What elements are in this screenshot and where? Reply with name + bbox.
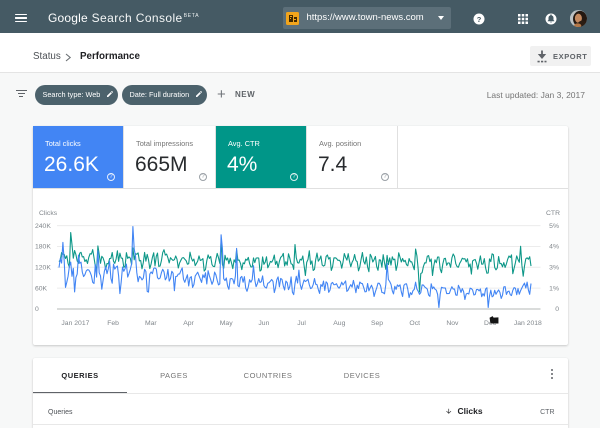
svg-text:4%: 4% [549,244,559,251]
svg-text:3%: 3% [549,265,559,272]
svg-text:Sep: Sep [371,320,383,327]
svg-text:Apr: Apr [183,320,194,327]
svg-text:Jan 2018: Jan 2018 [514,320,542,327]
svg-text:240K: 240K [35,223,51,230]
svg-text:Jun: Jun [258,320,269,327]
svg-text:?: ? [477,15,482,24]
svg-text:May: May [220,320,233,327]
svg-text:0: 0 [555,306,559,313]
svg-text:0: 0 [35,306,39,313]
svg-text:Clicks: Clicks [39,210,58,217]
svg-text:CTR: CTR [546,210,560,217]
svg-text:Mar: Mar [145,320,157,327]
svg-text:Jan 2017: Jan 2017 [61,320,89,327]
svg-text:1%: 1% [549,285,559,292]
svg-text:5%: 5% [549,223,559,230]
svg-text:60K: 60K [35,285,48,292]
svg-text:120K: 120K [35,265,51,272]
svg-text:Oct: Oct [409,320,420,327]
svg-text:180K: 180K [35,244,51,251]
svg-text:Nov: Nov [446,320,459,327]
svg-text:Jul: Jul [297,320,306,327]
svg-text:Feb: Feb [107,320,119,327]
svg-text:Aug: Aug [333,320,345,327]
